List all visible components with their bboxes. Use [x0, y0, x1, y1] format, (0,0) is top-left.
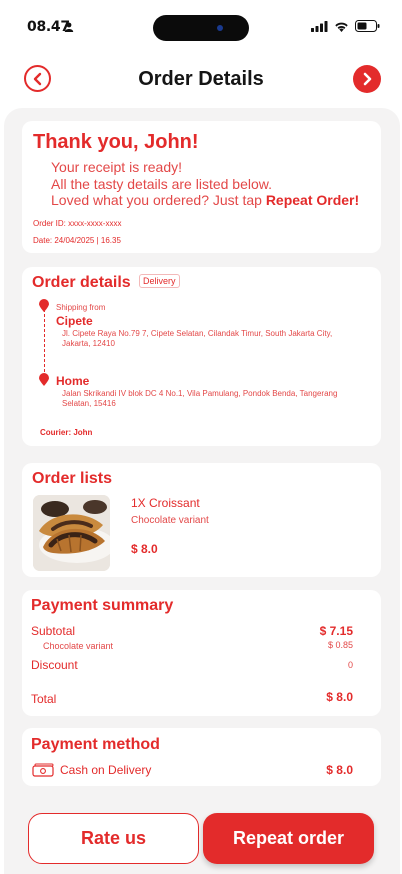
order-lists-card: Order lists 1X Croissant Chocolate varia… [22, 463, 381, 577]
subtotal-label: Subtotal [31, 624, 76, 638]
payment-method-title: Payment method [31, 736, 160, 753]
discount-value: 0 [347, 660, 353, 670]
order-id: Order ID: xxxx-xxxx-xxxx [33, 219, 122, 228]
origin-name: Cipete [56, 314, 93, 328]
order-date: Date: 24/04/2025 | 16.35 [33, 236, 121, 245]
status-bar: 08.47 [0, 0, 402, 52]
forward-button[interactable] [353, 65, 381, 93]
order-details-card: Order details Delivery Shipping from Cip… [22, 267, 381, 446]
order-lists-title: Order lists [32, 470, 113, 487]
battery-icon [355, 20, 380, 32]
location-pin-icon [39, 373, 49, 386]
rate-us-button[interactable]: Rate us [28, 813, 199, 864]
repeat-order-hint: Repeat Order! [265, 192, 360, 208]
person-icon [64, 22, 74, 32]
item-variant: Chocolate variant [131, 515, 209, 526]
delivery-badge: Delivery [139, 274, 180, 288]
cash-icon [32, 763, 54, 777]
origin-address: Jl. Cipete Raya No.79 7, Cipete Selatan,… [62, 329, 333, 348]
message-line: Your receipt is ready! [51, 159, 182, 175]
payment-method-amount: $ 8.0 [326, 763, 353, 777]
repeat-order-button[interactable]: Repeat order [203, 813, 374, 864]
message-line-text: Loved what you ordered? Just tap [51, 192, 266, 208]
item-price: $ 8.0 [131, 542, 158, 556]
payment-summary-title: Payment summary [31, 597, 174, 614]
item-name: 1X Croissant [131, 496, 200, 510]
variant-label: Chocolate variant [43, 641, 114, 651]
thank-you-card: Thank you, John! Your receipt is ready! … [22, 121, 381, 253]
wifi-icon [335, 22, 348, 32]
route-line [44, 309, 45, 377]
thank-you-title: Thank you, John! [33, 131, 199, 153]
message-line: All the tasty details are listed below. [51, 175, 273, 192]
payment-method-card: Payment method Cash on Delivery $ 8.0 [22, 728, 381, 786]
header: Order Details [0, 62, 402, 98]
product-image [33, 495, 110, 571]
chevron-right-icon [363, 72, 372, 86]
total-value: $ 8.0 [326, 690, 353, 704]
dynamic-island [153, 15, 249, 41]
cellular-signal-icon [311, 20, 328, 32]
thank-you-message: Your receipt is ready! All the tasty det… [51, 159, 359, 209]
camera-dot [217, 25, 223, 31]
croissant-image [33, 495, 110, 571]
message-line: Loved what you ordered? Just tap Repeat … [51, 192, 359, 209]
discount-label: Discount [31, 658, 78, 672]
status-icons [311, 20, 380, 32]
payment-summary-card: Payment summary Subtotal $ 7.15 Chocolat… [22, 590, 381, 716]
variant-value: $ 0.85 [327, 640, 353, 650]
shipping-from-label: Shipping from [56, 303, 106, 312]
destination-address: Jalan Skrikandi IV blok DC 4 No.1, Vila … [62, 389, 338, 408]
destination-name: Home [56, 374, 90, 388]
page-title: Order Details [138, 68, 264, 90]
order-details-title: Order details [32, 274, 131, 291]
payment-method-label: Cash on Delivery [60, 763, 152, 777]
total-label: Total [31, 692, 57, 706]
subtotal-value: $ 7.15 [319, 624, 353, 638]
courier: Courier: John [40, 428, 93, 437]
